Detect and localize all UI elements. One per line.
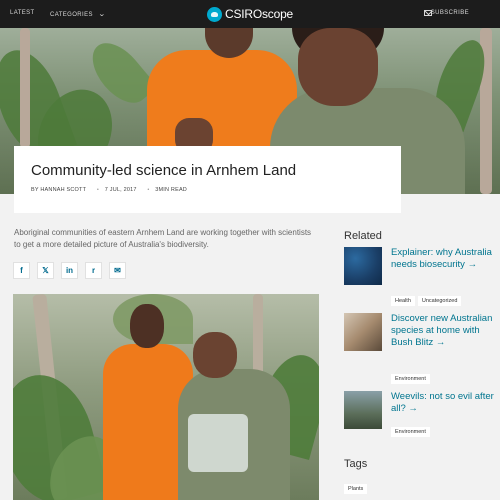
- related-tag[interactable]: Health: [391, 296, 415, 306]
- facebook-icon: f: [20, 266, 23, 275]
- related-heading: Related: [344, 230, 382, 242]
- share-x-button[interactable]: 𝕏: [37, 262, 54, 279]
- related-item[interactable]: Discover new Australian species at home …: [344, 313, 496, 384]
- nav-categories-menu[interactable]: CATEGORIES ⌄: [50, 10, 107, 18]
- related-title[interactable]: Discover new Australian species at home …: [391, 313, 496, 349]
- related-thumbnail[interactable]: [344, 247, 382, 285]
- reddit-icon: r: [91, 266, 96, 275]
- related-tag[interactable]: Environment: [391, 427, 430, 437]
- article-author[interactable]: BY HANNAH SCOTT: [31, 187, 86, 193]
- related-thumbnail[interactable]: [344, 313, 382, 351]
- article-date: 7 JUL, 2017: [104, 187, 137, 193]
- related-tag[interactable]: Environment: [391, 374, 430, 384]
- share-facebook-button[interactable]: f: [13, 262, 30, 279]
- linkedin-icon: in: [65, 266, 74, 275]
- article-meta: BY HANNAH SCOTT • 7 JUL, 2017 • 3MIN REA…: [31, 187, 187, 193]
- nav-categories-label: CATEGORIES: [50, 12, 93, 18]
- nav-latest-link[interactable]: LATEST: [10, 10, 35, 16]
- related-item[interactable]: Explainer: why Australia needs biosecuri…: [344, 247, 496, 306]
- brand-name: CSIROscope: [225, 7, 294, 21]
- csiro-logo-icon: [207, 6, 222, 22]
- tags-heading: Tags: [344, 458, 368, 470]
- related-title[interactable]: Explainer: why Australia needs biosecuri…: [391, 247, 496, 271]
- share-email-button[interactable]: ✉: [109, 262, 126, 279]
- chevron-down-icon: ⌄: [97, 11, 107, 18]
- article-header-card: Community-led science in Arnhem Land BY …: [14, 146, 401, 213]
- x-icon: 𝕏: [42, 266, 49, 275]
- tags-list: Plants: [344, 477, 370, 495]
- article-title: Community-led science in Arnhem Land: [31, 162, 297, 179]
- related-tag[interactable]: Uncategorized: [417, 296, 462, 306]
- related-thumbnail[interactable]: [344, 391, 382, 429]
- subscribe-link[interactable]: SUBSCRIBE: [431, 10, 469, 16]
- related-title[interactable]: Weevils: not so evil after all? →: [391, 391, 496, 415]
- article-photo: [13, 294, 319, 500]
- top-navigation-bar: LATEST CATEGORIES ⌄ CSIROscope SUBSCRIBE: [0, 0, 500, 28]
- related-item[interactable]: Weevils: not so evil after all? → Enviro…: [344, 391, 496, 437]
- share-reddit-button[interactable]: r: [85, 262, 102, 279]
- article-read-time: 3MIN READ: [155, 187, 187, 193]
- tag-link[interactable]: Plants: [344, 484, 368, 494]
- share-linkedin-button[interactable]: in: [61, 262, 78, 279]
- brand-logo-link[interactable]: CSIROscope: [207, 6, 293, 22]
- article-intro: Aboriginal communities of eastern Arnhem…: [14, 228, 312, 249]
- email-icon: ✉: [114, 266, 121, 275]
